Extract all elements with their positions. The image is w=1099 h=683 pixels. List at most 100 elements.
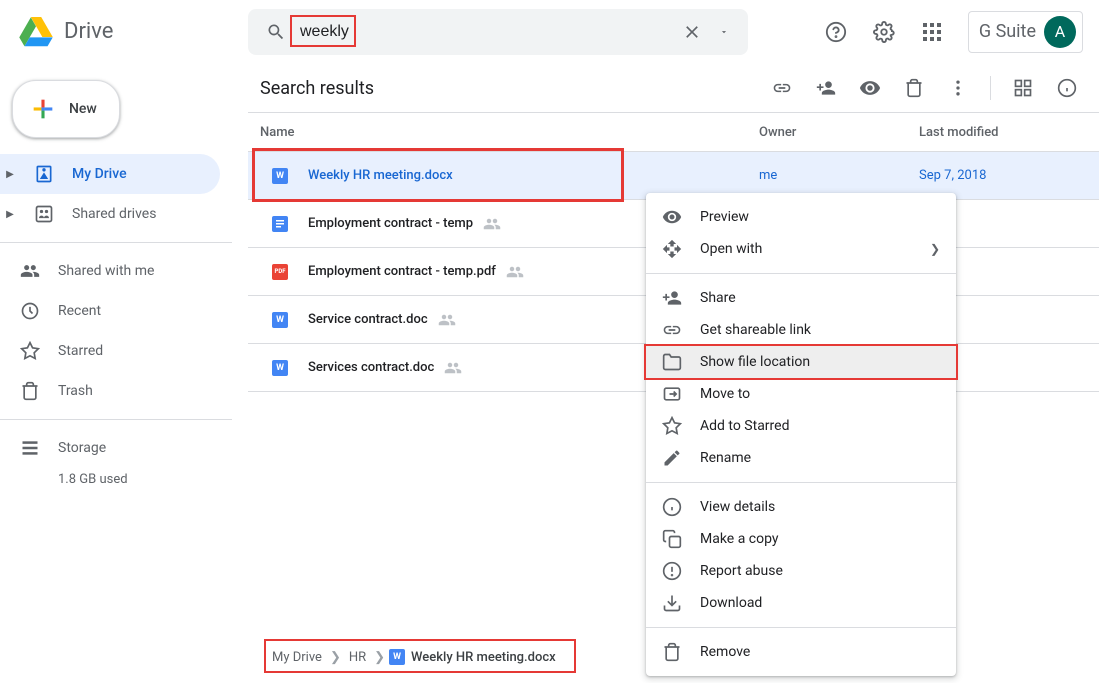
menu-item-star[interactable]: Add to Starred <box>646 410 956 442</box>
header-actions: G Suite A <box>786 11 1083 53</box>
menu-label: View details <box>700 499 775 515</box>
apps-icon[interactable] <box>912 12 952 52</box>
search-icon[interactable] <box>256 22 296 42</box>
breadcrumb-item[interactable]: HR <box>345 650 370 665</box>
preview-button[interactable] <box>850 68 890 108</box>
shared-icon <box>506 263 524 281</box>
support-icon[interactable] <box>816 12 856 52</box>
menu-item-rename[interactable]: Rename <box>646 442 956 474</box>
expand-icon[interactable]: ▶ <box>4 169 16 180</box>
docx-icon: W <box>389 649 405 665</box>
copy-icon <box>662 529 682 549</box>
column-modified[interactable]: Last modified <box>919 125 1099 140</box>
app-name: Drive <box>64 19 113 44</box>
drive-logo-icon <box>16 12 56 52</box>
nav-label: Shared with me <box>58 263 154 279</box>
download-icon <box>662 593 682 613</box>
sidebar-item-shared-with-me[interactable]: Shared with me <box>0 251 220 291</box>
avatar[interactable]: A <box>1044 16 1076 48</box>
view-details-button[interactable] <box>1047 68 1087 108</box>
file-name: Services contract.doc <box>308 360 434 375</box>
starred-icon <box>20 341 40 361</box>
separator <box>990 76 991 100</box>
get-link-button[interactable] <box>762 68 802 108</box>
nav-label: My Drive <box>72 166 127 182</box>
nav-label: Shared drives <box>72 206 156 222</box>
grid-view-button[interactable] <box>1003 68 1043 108</box>
divider <box>0 242 232 243</box>
menu-label: Remove <box>700 644 750 660</box>
search-clear-button[interactable] <box>676 16 708 48</box>
file-type-icon: W <box>270 166 290 186</box>
file-owner: me <box>759 168 919 183</box>
menu-item-eye[interactable]: Preview <box>646 201 956 233</box>
person-add-icon <box>662 288 682 308</box>
sidebar-item-storage[interactable]: Storage <box>0 428 220 468</box>
new-button[interactable]: New <box>12 80 120 138</box>
settings-icon[interactable] <box>864 12 904 52</box>
menu-item-folder[interactable]: Show file location <box>646 346 956 378</box>
report-icon <box>662 561 682 581</box>
page-title: Search results <box>248 78 762 99</box>
menu-item-copy[interactable]: Make a copy <box>646 523 956 555</box>
file-modified: Sep 7, 2018 <box>919 168 1099 183</box>
column-owner[interactable]: Owner <box>759 125 919 140</box>
nav-label: Recent <box>58 303 101 319</box>
menu-item-info[interactable]: View details <box>646 491 956 523</box>
file-type-icon: W <box>270 358 290 378</box>
menu-label: Get shareable link <box>700 322 811 338</box>
shared-icon <box>444 359 462 377</box>
file-name: Employment contract - temp.pdf <box>308 264 496 279</box>
column-name[interactable]: Name <box>248 125 759 140</box>
file-type-icon <box>270 214 290 234</box>
menu-item-trash[interactable]: Remove <box>646 636 956 668</box>
sidebar-item-recent[interactable]: Recent <box>0 291 220 331</box>
my-drive-icon <box>34 164 54 184</box>
menu-item-report[interactable]: Report abuse <box>646 555 956 587</box>
search-bar[interactable] <box>248 9 748 55</box>
menu-label: Move to <box>700 386 750 402</box>
sidebar: New ▶ My Drive ▶ Shared drives Shared wi… <box>0 64 232 683</box>
breadcrumb: My Drive ❯ HR ❯ W Weekly HR meeting.docx <box>260 639 564 675</box>
menu-label: Share <box>700 290 736 306</box>
shared-icon <box>438 311 456 329</box>
main-content: Search results Name Owner Last modified … <box>248 64 1099 683</box>
menu-item-link[interactable]: Get shareable link <box>646 314 956 346</box>
share-button[interactable] <box>806 68 846 108</box>
nav-label: Trash <box>58 383 93 399</box>
menu-label: Rename <box>700 450 751 466</box>
menu-divider <box>646 627 956 628</box>
sidebar-item-trash[interactable]: Trash <box>0 371 220 411</box>
chevron-right-icon: ❯ <box>930 242 940 256</box>
menu-item-open-with[interactable]: Open with ❯ <box>646 233 956 265</box>
file-type-icon: W <box>270 310 290 330</box>
sidebar-item-shared-drives[interactable]: ▶ Shared drives <box>0 194 220 234</box>
menu-label: Open with <box>700 241 762 257</box>
chevron-right-icon: ❯ <box>370 650 389 665</box>
storage-icon <box>20 438 40 458</box>
expand-icon[interactable]: ▶ <box>4 209 16 220</box>
table-header: Name Owner Last modified <box>248 112 1099 152</box>
search-options-dropdown[interactable] <box>708 16 740 48</box>
eye-icon <box>662 207 682 227</box>
remove-button[interactable] <box>894 68 934 108</box>
menu-item-download[interactable]: Download <box>646 587 956 619</box>
menu-divider <box>646 482 956 483</box>
breadcrumb-item[interactable]: My Drive <box>268 650 326 665</box>
move-icon <box>662 384 682 404</box>
menu-item-person-add[interactable]: Share <box>646 282 956 314</box>
storage-used: 1.8 GB used <box>0 472 232 487</box>
sidebar-item-starred[interactable]: Starred <box>0 331 220 371</box>
file-name: Weekly HR meeting.docx <box>308 168 453 183</box>
context-menu: Preview Open with ❯ Share Get shareable link… <box>646 193 956 676</box>
logo-section[interactable]: Drive <box>16 12 248 52</box>
nav-label: Starred <box>58 343 103 359</box>
menu-label: Add to Starred <box>700 418 789 434</box>
more-actions-button[interactable] <box>938 68 978 108</box>
recent-icon <box>20 301 40 321</box>
search-input[interactable] <box>296 23 676 41</box>
gsuite-badge[interactable]: G Suite A <box>968 11 1083 53</box>
sidebar-item-my-drive[interactable]: ▶ My Drive <box>0 154 220 194</box>
header: Drive G Suite A <box>0 0 1099 64</box>
menu-item-move[interactable]: Move to <box>646 378 956 410</box>
